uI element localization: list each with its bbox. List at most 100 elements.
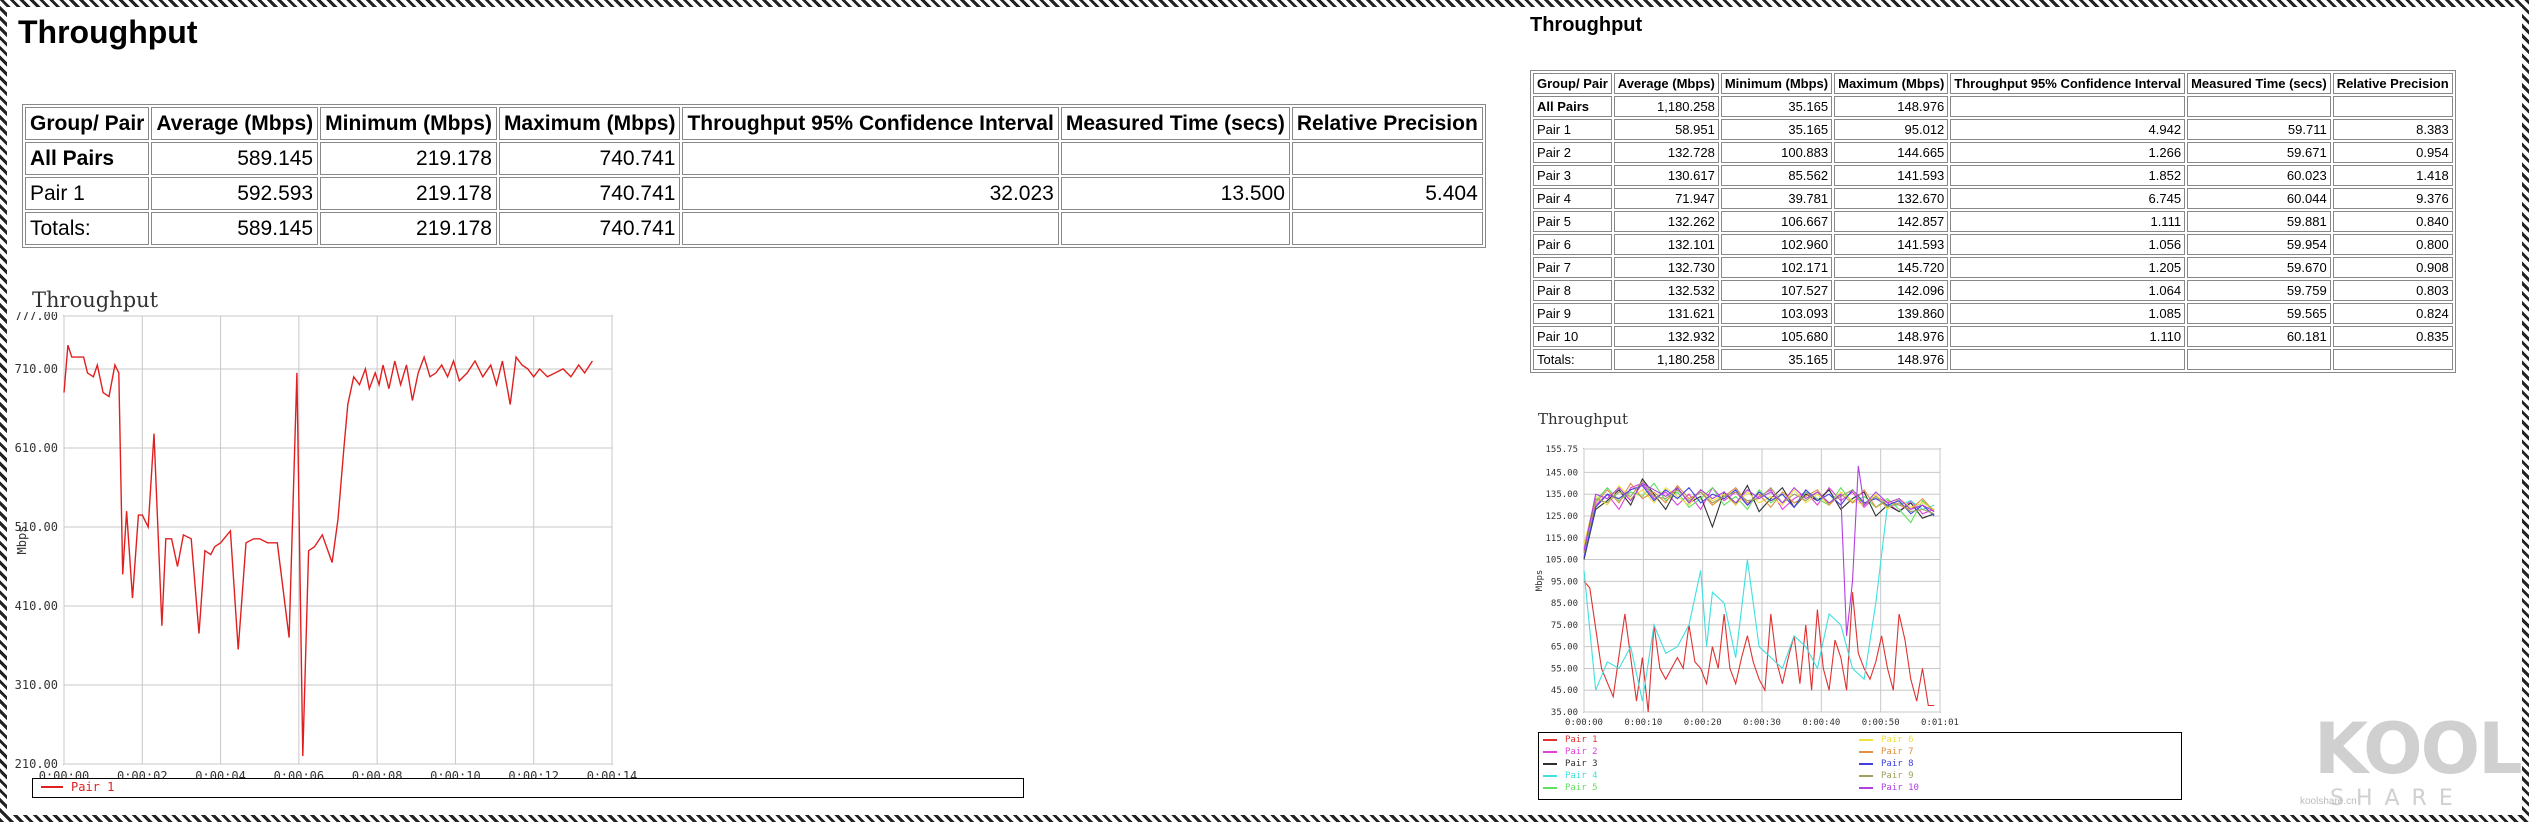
table-header-row: Group/ Pair Average (Mbps) Minimum (Mbps) M…: [1533, 73, 2453, 94]
right-report-panel: Throughput Group/ Pair Average (Mbps) Mini…: [1530, 12, 2520, 807]
table-cell: 4.942: [1950, 119, 2186, 140]
y-tick-label: 105.00: [1545, 556, 1578, 566]
y-tick-label: 45.00: [1551, 686, 1578, 696]
table-cell: 35.165: [1720, 96, 1833, 117]
legend-label: Pair 5: [1565, 783, 1598, 793]
table-cell: [682, 142, 1059, 175]
table-cell: 592.593: [151, 177, 319, 210]
table-cell: 9.376: [2332, 188, 2453, 209]
y-tick-label: 75.00: [1551, 621, 1578, 631]
table-cell: [2187, 96, 2331, 117]
table-cell: 6.745: [1950, 188, 2186, 209]
table-cell: 59.954: [2187, 234, 2331, 255]
table-row: Totals: 589.145 219.178 740.741: [25, 212, 1483, 245]
row-label-cell: Pair 10: [1533, 326, 1612, 347]
table-cell: 5.404: [1291, 177, 1483, 210]
y-tick-label: 95.00: [1551, 577, 1578, 587]
x-tick-label: 0:00:10: [1624, 718, 1662, 728]
table-cell: 59.565: [2187, 303, 2331, 324]
watermark-logo-text: KOOL: [2314, 708, 2523, 790]
left-report-panel: Throughput Group/ Pair Average (Mbps) Mini…: [14, 12, 1514, 807]
column-header: Group/ Pair: [25, 107, 150, 140]
table-cell: 106.667: [1720, 211, 1833, 232]
legend-item: Pair 8: [1859, 759, 1914, 769]
y-tick-label: 410.00: [15, 599, 58, 613]
table-cell: 1.418: [2332, 165, 2453, 186]
table-cell: 39.781: [1720, 188, 1833, 209]
legend-label: Pair 7: [1881, 747, 1914, 757]
table-cell: 589.145: [151, 212, 319, 245]
table-row: Pair 1 58.951 35.165 95.012 4.942 59.711 8.383: [1533, 119, 2453, 140]
table-cell: [1950, 96, 2186, 117]
x-tick-label: 0:00:40: [1802, 718, 1840, 728]
table-cell: 144.665: [1834, 142, 1949, 163]
legend-swatch: [1543, 739, 1557, 741]
table-cell: 1.056: [1950, 234, 2186, 255]
left-chart-title: Throughput: [32, 288, 159, 312]
table-row: Pair 8 132.532 107.527 142.096 1.064 59.759 0.…: [1533, 280, 2453, 301]
y-tick-label: 115.00: [1545, 534, 1578, 544]
legend-label: Pair 1: [71, 780, 115, 794]
table-cell: [1291, 142, 1483, 175]
y-axis-label: Mbps: [15, 526, 29, 555]
y-tick-label: 145.00: [1545, 468, 1578, 478]
table-header-row: Group/ Pair Average (Mbps) Minimum (Mbps) M…: [25, 107, 1483, 140]
legend-swatch: [1859, 739, 1873, 741]
legend-label: Pair 4: [1565, 771, 1598, 781]
legend-item: Pair 5: [1543, 783, 1598, 793]
legend-label: Pair 3: [1565, 759, 1598, 769]
table-row: All Pairs 1,180.258 35.165 148.976: [1533, 96, 2453, 117]
table-cell: 219.178: [320, 142, 497, 175]
legend-item: Pair 7: [1859, 747, 1914, 757]
table-cell: 131.621: [1613, 303, 1719, 324]
legend-label: Pair 8: [1881, 759, 1914, 769]
left-results-table: Group/ Pair Average (Mbps) Minimum (Mbps) M…: [22, 104, 1486, 248]
table-cell: [1291, 212, 1483, 245]
table-cell: 132.932: [1613, 326, 1719, 347]
table-cell: 8.383: [2332, 119, 2453, 140]
table-cell: 102.960: [1720, 234, 1833, 255]
column-header: Minimum (Mbps): [1720, 73, 1833, 94]
column-header: Throughput 95% Confidence Interval: [682, 107, 1059, 140]
table-cell: 59.670: [2187, 257, 2331, 278]
row-label-cell: Pair 8: [1533, 280, 1612, 301]
table-cell: 107.527: [1720, 280, 1833, 301]
watermark-url: koolshare.cn: [2300, 796, 2357, 807]
left-throughput-chart: 210.00310.00410.00510.00610.00710.00777.…: [15, 312, 638, 782]
table-row: Pair 2 132.728 100.883 144.665 1.266 59.671 0.…: [1533, 142, 2453, 163]
plot-area: [63, 315, 613, 765]
table-cell: 59.671: [2187, 142, 2331, 163]
legend-label: Pair 1: [1565, 735, 1598, 745]
table-row: Pair 9 131.621 103.093 139.860 1.085 59.565 0.…: [1533, 303, 2453, 324]
table-row: Pair 7 132.730 102.171 145.720 1.205 59.670 0.…: [1533, 257, 2453, 278]
row-label-cell: Pair 9: [1533, 303, 1612, 324]
x-tick-label: 0:00:50: [1862, 718, 1900, 728]
row-label-cell: Pair 4: [1533, 188, 1612, 209]
table-row: All Pairs 589.145 219.178 740.741: [25, 142, 1483, 175]
column-header: Maximum (Mbps): [1834, 73, 1949, 94]
y-tick-label: 310.00: [15, 678, 58, 692]
table-cell: 85.562: [1720, 165, 1833, 186]
table-cell: [2332, 349, 2453, 370]
table-cell: 148.976: [1834, 326, 1949, 347]
table-cell: 145.720: [1834, 257, 1949, 278]
table-cell: 0.908: [2332, 257, 2453, 278]
table-cell: 1,180.258: [1613, 349, 1719, 370]
legend-swatch: [1859, 775, 1873, 777]
column-header: Maximum (Mbps): [498, 107, 681, 140]
y-tick-label: 55.00: [1551, 664, 1578, 674]
table-cell: 60.044: [2187, 188, 2331, 209]
right-throughput-chart: 35.00 45.00 55.00 65.00 75.00 85.00 95.00 105.0…: [1535, 445, 1959, 743]
right-chart-title: Throughput: [1538, 410, 1629, 428]
table-row: Pair 6 132.101 102.960 141.593 1.056 59.954 0.…: [1533, 234, 2453, 255]
table-cell: 1.205: [1950, 257, 2186, 278]
legend-label: Pair 10: [1881, 783, 1919, 793]
legend-item: Pair 10: [1859, 783, 1919, 793]
table-cell: 132.730: [1613, 257, 1719, 278]
table-cell: 58.951: [1613, 119, 1719, 140]
table-cell: 0.803: [2332, 280, 2453, 301]
table-cell: 0.954: [2332, 142, 2453, 163]
table-cell: 1.110: [1950, 326, 2186, 347]
legend-swatch: [1859, 751, 1873, 753]
legend-item: Pair 1: [41, 780, 114, 794]
